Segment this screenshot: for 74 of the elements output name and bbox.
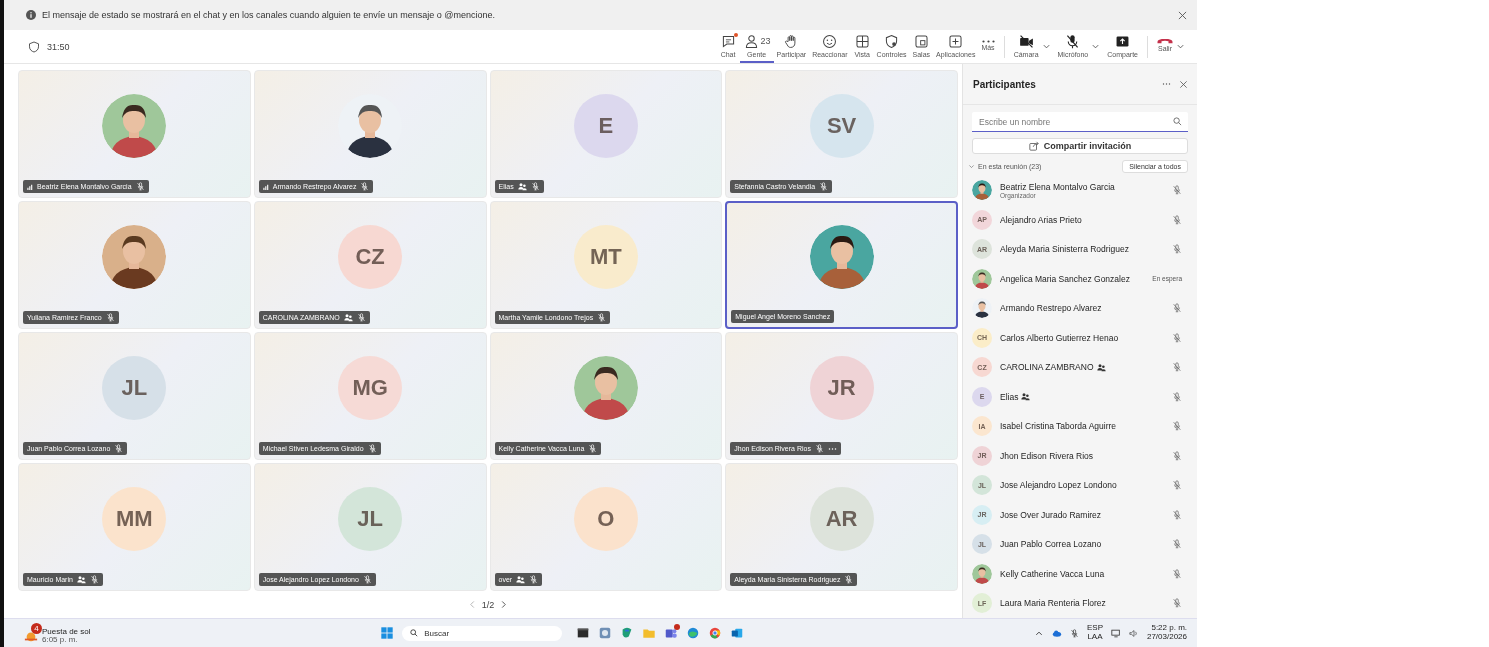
round-browser-icon[interactable]: [708, 626, 723, 640]
clock-time: 5:22 p. m.: [1151, 624, 1187, 633]
input-language[interactable]: ESP LAA: [1086, 624, 1103, 642]
participant-row[interactable]: Kelly Catherine Vacca Luna: [972, 559, 1188, 589]
viewer-app-icon[interactable]: [598, 626, 613, 640]
clock-date: 27/03/2026: [1146, 633, 1187, 642]
share-invitation-button[interactable]: Compartir invitación: [972, 138, 1188, 154]
close-icon[interactable]: [1179, 79, 1188, 89]
initials-avatar: AR: [809, 486, 874, 551]
search-field[interactable]: Escribe un nombre: [972, 112, 1188, 132]
initials-avatar: MT: [573, 224, 638, 289]
panel-title: Participantes: [973, 78, 1036, 90]
participant-name: Jhon Edison Rivera Rios: [1000, 450, 1094, 461]
system-clock[interactable]: 5:22 p. m. 27/03/2026: [1146, 624, 1187, 642]
share-icon: [1028, 141, 1039, 151]
initials-avatar: CZ: [338, 224, 403, 289]
initials-avatar: O: [573, 486, 638, 551]
weather-time: 6:05 p. m.: [42, 635, 79, 644]
participant-name: Carlos Alberto Gutierrez Henao: [1000, 332, 1119, 343]
participant-name: Armando Restrepo Alvarez: [1000, 303, 1102, 314]
close-icon[interactable]: [1178, 10, 1187, 20]
search-icon: [1173, 117, 1182, 126]
muted-mic-icon: [1069, 628, 1079, 638]
windows-start-icon[interactable]: [380, 626, 395, 640]
chevron-down-icon[interactable]: [1176, 42, 1185, 51]
terminal-app-icon[interactable]: [576, 626, 591, 640]
info-icon: [26, 10, 36, 20]
chevron-down-icon[interactable]: [1041, 42, 1051, 51]
grid-icon: [853, 32, 871, 50]
cloud-icon[interactable]: [1051, 628, 1062, 638]
initials-avatar: SV: [809, 93, 874, 158]
shield-icon: [28, 40, 40, 53]
wave-browser-icon[interactable]: [686, 626, 701, 640]
page-indicator: 1/2: [481, 599, 495, 610]
language-code: ESP: [1086, 624, 1103, 633]
participant-name: Angelica Maria Sanchez Gonzalez: [1000, 273, 1130, 284]
participant-name: Elias: [1000, 391, 1019, 402]
taskbar-search-field[interactable]: Buscar: [402, 625, 563, 641]
initials-avatar: MG: [338, 355, 403, 420]
participant-name: Alejandro Arias Prieto: [1000, 214, 1082, 225]
layout-code: LAA: [1087, 633, 1103, 642]
participant-name: Aleyda Maria Sinisterra Rodriguez: [1000, 244, 1129, 255]
plus-box-icon: [947, 32, 965, 50]
notification-badge: 4: [31, 622, 42, 634]
search-icon: [410, 629, 419, 637]
participant-name: Isabel Cristina Taborda Aguirre: [1000, 421, 1117, 432]
weather-widget[interactable]: 4 Puesta de sol 6:05 p. m.: [24, 622, 91, 644]
chevron-down-icon: [968, 163, 975, 171]
banner-text: El mensaje de estado se mostrará en el chat y en los canales cuando alguien te envíe un mensaje o @mencione.: [42, 10, 495, 20]
initials-avatar: JL: [102, 355, 167, 420]
participant-name: Jose Over Jurado Ramirez: [1000, 509, 1102, 520]
next-page-icon[interactable]: [500, 600, 508, 609]
initials-avatar: JR: [809, 355, 874, 420]
participant-name: Juan Pablo Correa Lozano: [1000, 539, 1102, 550]
more-icon[interactable]: [827, 446, 837, 451]
participant-row[interactable]: Armando Restrepo Alvarez: [972, 293, 1188, 323]
more-icon: [981, 39, 995, 43]
initials-avatar: E: [573, 93, 638, 158]
participant-name: Laura Maria Renteria Florez: [1000, 598, 1106, 609]
weather-title: Puesta de sol: [42, 627, 91, 636]
initials-avatar: JL: [338, 486, 403, 551]
meeting-timer: 31:50: [47, 41, 70, 52]
chevron-down-icon[interactable]: [1091, 42, 1101, 51]
participant-name: Beatriz Elena Montalvo Garcia: [1000, 181, 1115, 192]
rooms-icon: [912, 32, 930, 50]
initials-avatar: MM: [102, 486, 167, 551]
participant-name: Kelly Catherine Vacca Luna: [1000, 568, 1105, 579]
phone-hang-up-icon: [1157, 38, 1173, 44]
monitor-icon[interactable]: [1110, 628, 1121, 638]
search-placeholder: Buscar: [424, 628, 450, 638]
participant-name: Jose Alejandro Lopez Londono: [1000, 480, 1117, 491]
mail-app-icon[interactable]: [730, 626, 745, 640]
smiley-icon: [821, 32, 839, 50]
participant-name: CAROLINA ZAMBRANO: [1000, 362, 1094, 373]
